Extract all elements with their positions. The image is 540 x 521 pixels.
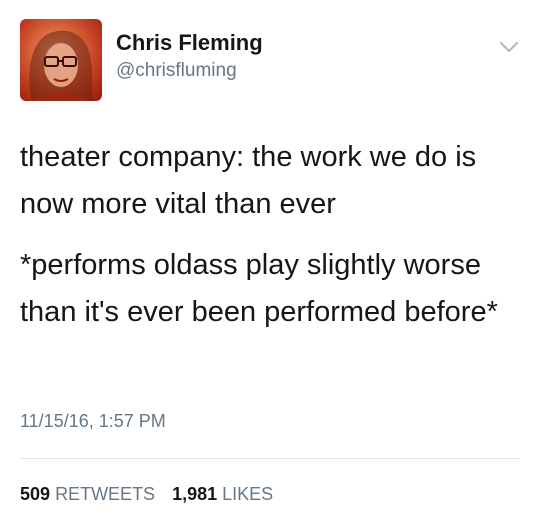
tweet-timestamp[interactable]: 11/15/16, 1:57 PM [20,411,166,432]
chevron-down-icon[interactable] [498,36,520,58]
tweet-card: Chris Fleming @chrisfluming theater comp… [0,0,540,521]
likes-label: LIKES [222,484,274,504]
avatar-photo-icon [29,30,95,101]
avatar[interactable] [20,19,102,101]
retweets-label: RETWEETS [55,484,156,504]
display-name[interactable]: Chris Fleming [116,30,263,56]
divider [20,458,520,459]
likes-stat[interactable]: 1,981 LIKES [172,484,273,505]
retweets-count: 509 [20,484,51,504]
retweets-stat[interactable]: 509 RETWEETS [20,484,155,505]
tweet-text-paragraph: *performs oldass play slightly worse tha… [20,249,498,328]
likes-count: 1,981 [172,484,218,504]
engagement-stats: 509 RETWEETS 1,981 LIKES [20,484,273,505]
user-handle[interactable]: @chrisfluming [116,60,237,82]
tweet-text-paragraph: theater company: the work we do is now m… [20,141,477,220]
